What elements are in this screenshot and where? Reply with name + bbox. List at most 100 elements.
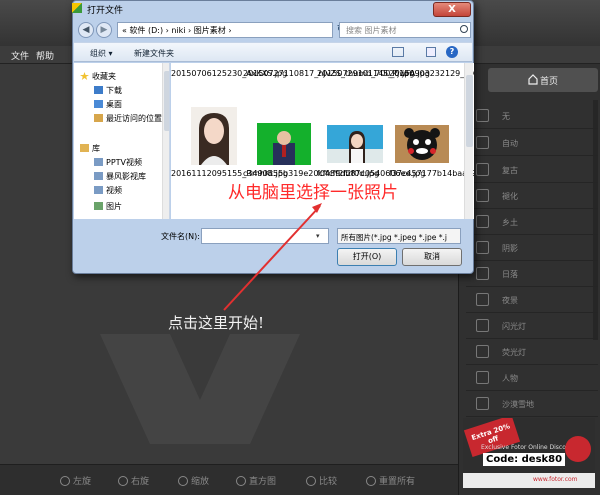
rotate-left-icon: [60, 476, 70, 486]
rotate-right-icon: [118, 476, 128, 486]
address-bar[interactable]: « 软件 (D:) › niki › 图片素材 › ▾: [117, 22, 333, 38]
reset-all-button[interactable]: 重置所有: [366, 474, 415, 487]
effect-auto[interactable]: 自动: [466, 130, 598, 156]
nav-recent-places[interactable]: 最近访问的位置: [94, 113, 162, 124]
file-item[interactable]: f37c457177b14baa_97a2a00240_th.gif: [389, 169, 474, 179]
effect-country[interactable]: 乡土: [466, 209, 598, 235]
compare-icon: [306, 476, 316, 486]
effect-night[interactable]: 夜景: [466, 287, 598, 313]
file-item[interactable]: 20150706125230_AxKXS.jpg: [171, 69, 287, 79]
nav-scroll-thumb[interactable]: [164, 71, 169, 131]
search-input[interactable]: 搜索 图片素材: [339, 22, 471, 38]
close-button[interactable]: X: [433, 2, 471, 17]
filename-dropdown-icon[interactable]: ▾: [316, 232, 320, 240]
nav-scrollbar[interactable]: [162, 63, 169, 219]
filename-input[interactable]: ▾: [201, 228, 329, 244]
effect-shadow[interactable]: 阴影: [466, 235, 598, 261]
video-folder-icon: [94, 186, 103, 194]
histogram-icon: [236, 476, 246, 486]
nav-downloads[interactable]: 下载: [94, 85, 122, 96]
back-button[interactable]: ◀: [78, 22, 94, 38]
nav-pictures[interactable]: 图片: [94, 201, 122, 212]
person-icon: [476, 371, 489, 384]
fluorescent-icon: [476, 345, 489, 358]
effect-none-icon: [476, 109, 489, 122]
select-photo-annotation: 从电脑里选择一张照片: [228, 183, 398, 203]
search-icon: [460, 25, 468, 33]
file-item[interactable]: 20150903232129_SMVQc.jpg: [389, 69, 474, 79]
bottom-toolbar: 左旋 右旋 缩放 直方图 比较 重置所有: [0, 464, 458, 495]
reset-icon: [366, 476, 376, 486]
recent-places-icon: [94, 114, 103, 122]
cancel-button[interactable]: 取消: [402, 248, 462, 266]
new-folder-button[interactable]: 新建文件夹: [134, 48, 174, 59]
open-button[interactable]: 打开(O): [337, 248, 397, 266]
girl-photo-thumbnail[interactable]: [327, 125, 383, 163]
download-folder-icon: [94, 86, 103, 94]
video-folder-icon: [94, 172, 103, 180]
star-icon: [80, 72, 89, 80]
pictures-folder-icon: [94, 202, 103, 210]
nav-favorites[interactable]: 收藏夹: [80, 71, 116, 82]
greenscreen-photo-thumbnail[interactable]: [257, 123, 311, 165]
effect-cloud-icon: [476, 215, 489, 228]
file-scroll-thumb[interactable]: [466, 75, 473, 147]
click-start-annotation: 点击这里开始!: [168, 314, 265, 332]
organize-button[interactable]: 组织 ▾: [90, 48, 113, 59]
menu-file[interactable]: 文件: [11, 49, 29, 62]
kumamon-photo-thumbnail[interactable]: [395, 125, 449, 163]
home-icon: [528, 74, 538, 85]
effect-retro[interactable]: 复古: [466, 157, 598, 183]
file-scrollbar[interactable]: [464, 63, 473, 219]
effect-fade[interactable]: 褪化: [466, 183, 598, 209]
rotate-right-button[interactable]: 右旋: [118, 474, 149, 487]
nav-pptv-videos[interactable]: PPTV视频: [94, 157, 142, 168]
preview-pane-icon[interactable]: [426, 47, 436, 57]
ad-knob-icon: [565, 436, 591, 462]
effect-sunset-icon: [476, 267, 489, 280]
nav-storm-library[interactable]: 暴风影视库: [94, 171, 146, 182]
rotate-left-button[interactable]: 左旋: [60, 474, 91, 487]
moon-icon: [476, 293, 489, 306]
effect-fluorescent[interactable]: 荧光灯: [466, 339, 598, 365]
menu-help[interactable]: 帮助: [36, 49, 54, 62]
effect-sunset[interactable]: 日落: [466, 261, 598, 287]
zoom-button[interactable]: 缩放: [178, 474, 209, 487]
desktop-icon: [94, 100, 103, 108]
navigation-pane: 收藏夹 下载 桌面 最近访问的位置 库 PPTV视频 暴风影视库 视频 图片: [74, 63, 170, 219]
filetype-select[interactable]: 所有图片(*.jpg *.jpeg *.jpe *.j: [337, 228, 461, 244]
flash-icon: [476, 319, 489, 332]
nav-libraries[interactable]: 库: [80, 143, 100, 154]
zoom-icon: [178, 476, 188, 486]
help-icon[interactable]: ?: [446, 46, 458, 58]
effect-none[interactable]: 无: [466, 103, 598, 129]
file-item[interactable]: 20150727110817_nJvZS_thumb_700_0.jpg: [243, 69, 414, 79]
snow-icon: [476, 397, 489, 410]
file-item[interactable]: 20150729101145_PjwFA.jpg: [317, 69, 430, 79]
filename-label: 文件名(N):: [161, 232, 200, 241]
placeholder-logo-shape: [100, 334, 300, 444]
open-file-dialog: 打开文件 X ◀ ▶ « 软件 (D:) › niki › 图片素材 › ▾ ↻…: [72, 0, 474, 274]
effect-desert-snow[interactable]: 沙漠雪地: [466, 391, 598, 417]
dialog-toolbar: 组织 ▾ 新建文件夹 ?: [74, 42, 472, 62]
effect-portrait[interactable]: 人物: [466, 365, 598, 391]
ad-url: www.fotor.com: [533, 476, 578, 483]
forward-button[interactable]: ▶: [96, 22, 112, 38]
ad-text: Exclusive Fotor Online Discount: [481, 444, 576, 451]
ad-banner[interactable]: Extra 20% off Exclusive Fotor Online Dis…: [463, 418, 595, 488]
nav-videos[interactable]: 视频: [94, 185, 122, 196]
view-options-icon[interactable]: [392, 47, 404, 57]
compare-button[interactable]: 比较: [306, 474, 337, 487]
nav-desktop[interactable]: 桌面: [94, 99, 122, 110]
home-button[interactable]: 首页: [488, 68, 598, 92]
effect-auto-icon: [476, 136, 489, 149]
dialog-title: 打开文件: [87, 6, 124, 16]
effect-flash[interactable]: 闪光灯: [466, 313, 598, 339]
histogram-button[interactable]: 直方图: [236, 474, 276, 487]
app-logo-icon: [72, 3, 82, 13]
library-icon: [80, 144, 89, 152]
video-folder-icon: [94, 158, 103, 166]
effect-shadow-icon: [476, 241, 489, 254]
portrait-photo-thumbnail[interactable]: [191, 107, 237, 165]
effect-retro-icon: [476, 163, 489, 176]
